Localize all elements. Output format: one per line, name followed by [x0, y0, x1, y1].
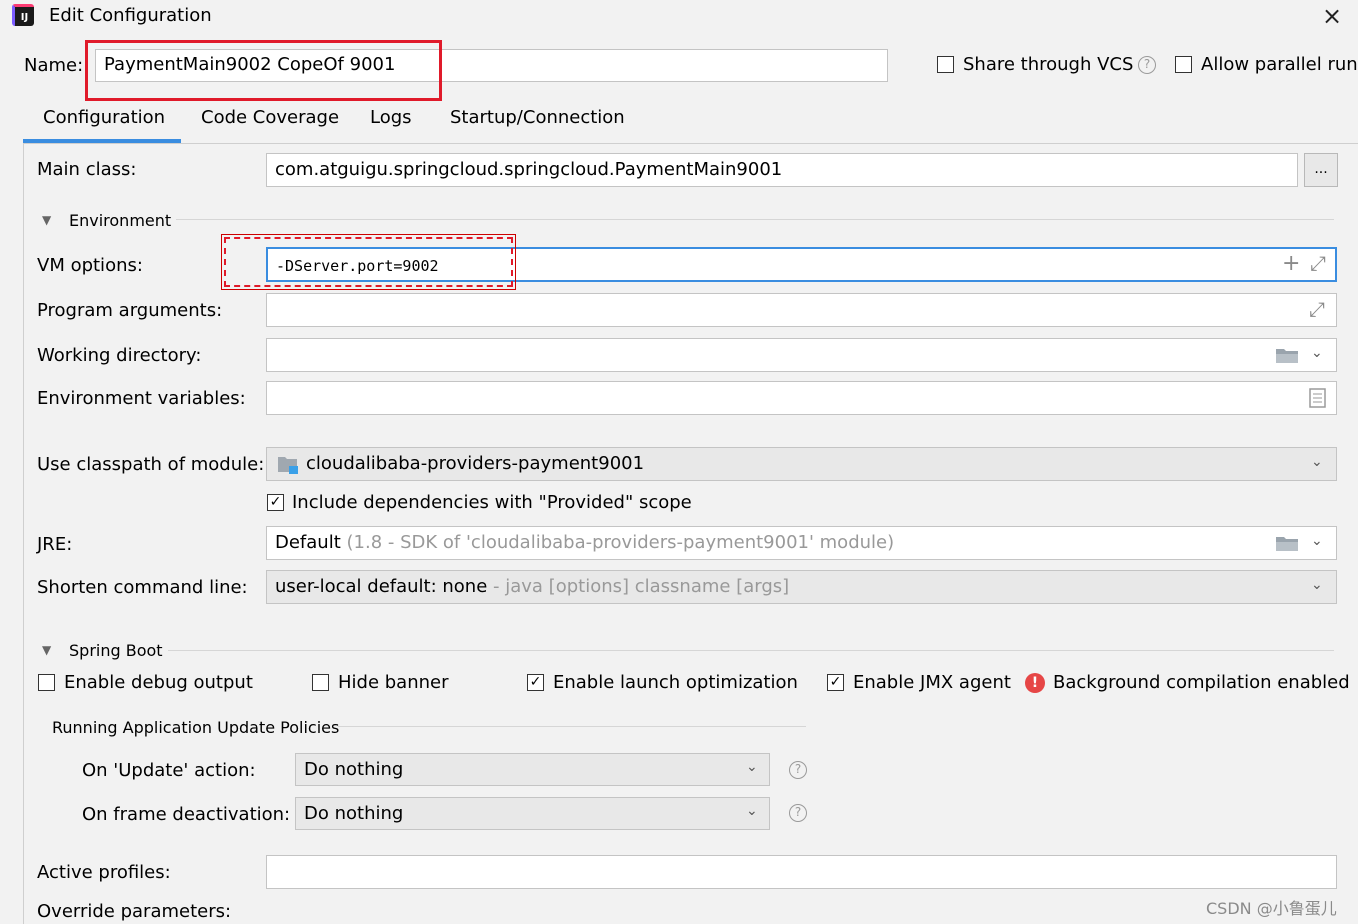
debug-output-checkbox[interactable]: [38, 674, 55, 691]
tab-startup-connection[interactable]: Startup/Connection: [450, 107, 625, 128]
main-class-input[interactable]: com.atguigu.springcloud.springcloud.Paym…: [266, 153, 1298, 187]
override-parameters-label: Override parameters:: [37, 901, 232, 922]
tab-configuration[interactable]: Configuration: [43, 107, 165, 128]
include-deps-label: Include dependencies with "Provided" sco…: [292, 492, 692, 513]
folder-icon[interactable]: [1275, 347, 1299, 364]
close-icon[interactable]: ×: [1322, 2, 1342, 30]
hide-banner-label: Hide banner: [338, 672, 449, 693]
collapse-triangle-icon[interactable]: ▼: [42, 213, 51, 227]
update-action-label: On 'Update' action:: [82, 760, 256, 781]
folder-icon[interactable]: [1275, 535, 1299, 552]
main-class-value: com.atguigu.springcloud.springcloud.Paym…: [275, 159, 783, 180]
active-profiles-label: Active profiles:: [37, 862, 171, 883]
environment-variables-label: Environment variables:: [37, 388, 246, 409]
document-icon[interactable]: [1309, 388, 1327, 408]
debug-output-label: Enable debug output: [64, 672, 253, 693]
background-compilation-label: Background compilation enabled: [1053, 672, 1350, 693]
main-class-label: Main class:: [37, 159, 137, 180]
jre-label: JRE:: [37, 534, 73, 555]
spring-boot-section-label: Spring Boot: [69, 641, 163, 660]
working-directory-label: Working directory:: [37, 345, 202, 366]
classpath-value: cloudalibaba-providers-payment9001: [306, 453, 645, 474]
environment-variables-input[interactable]: [266, 381, 1337, 415]
highlight-box-name: [85, 40, 442, 101]
name-label: Name:: [24, 55, 84, 76]
watermark: CSDN @小鲁蛋儿: [1206, 899, 1337, 918]
chevron-down-icon[interactable]: ⌄: [746, 759, 758, 775]
include-deps-checkbox[interactable]: ✓: [267, 494, 284, 511]
add-icon[interactable]: +: [1282, 251, 1300, 276]
allow-parallel-checkbox[interactable]: [1175, 56, 1192, 73]
shorten-hint: - java [options] classname [args]: [487, 576, 790, 597]
jre-input[interactable]: Default (1.8 - SDK of 'cloudalibaba-prov…: [266, 526, 1337, 560]
error-icon: !: [1025, 673, 1045, 693]
chevron-down-icon[interactable]: ⌄: [1311, 577, 1323, 593]
jre-value: Default: [275, 532, 341, 553]
environment-separator: [176, 219, 1334, 220]
jmx-agent-label: Enable JMX agent: [853, 672, 1011, 693]
environment-section-label: Environment: [69, 211, 172, 230]
program-arguments-label: Program arguments:: [37, 300, 223, 321]
tab-logs[interactable]: Logs: [370, 107, 412, 128]
shorten-value: user-local default: none: [275, 576, 488, 597]
intellij-app-icon: IJ: [12, 4, 34, 26]
help-icon[interactable]: ?: [789, 804, 807, 822]
classpath-combo[interactable]: cloudalibaba-providers-payment9001 ⌄: [266, 447, 1337, 481]
frame-deactivation-label: On frame deactivation:: [82, 804, 291, 825]
module-icon: [278, 457, 298, 474]
shorten-label: Shorten command line:: [37, 577, 248, 598]
browse-main-class-button[interactable]: ...: [1304, 153, 1338, 187]
update-action-select[interactable]: Do nothing ⌄: [295, 753, 770, 786]
hide-banner-checkbox[interactable]: [312, 674, 329, 691]
launch-optimization-checkbox[interactable]: ✓: [527, 674, 544, 691]
jre-hint: (1.8 - SDK of 'cloudalibaba-providers-pa…: [346, 532, 895, 553]
program-arguments-input[interactable]: ⤢: [266, 293, 1337, 327]
chevron-down-icon[interactable]: ⌄: [746, 803, 758, 819]
active-profiles-input[interactable]: [266, 855, 1337, 889]
window-title: Edit Configuration: [49, 5, 212, 26]
collapse-triangle-icon[interactable]: ▼: [42, 643, 51, 657]
update-policies-separator: [338, 726, 806, 727]
allow-parallel-label: Allow parallel run: [1201, 54, 1358, 75]
frame-deactivation-select[interactable]: Do nothing ⌄: [295, 797, 770, 830]
jmx-agent-checkbox[interactable]: ✓: [827, 674, 844, 691]
chevron-down-icon[interactable]: ⌄: [1311, 454, 1323, 470]
vm-options-label: VM options:: [37, 255, 143, 276]
working-directory-input[interactable]: ⌄: [266, 338, 1337, 372]
update-policies-label: Running Application Update Policies: [52, 718, 340, 737]
classpath-label: Use classpath of module:: [37, 454, 265, 475]
frame-deactivation-value: Do nothing: [304, 803, 404, 824]
update-action-value: Do nothing: [304, 759, 404, 780]
highlight-box-vm-options: [221, 234, 516, 290]
expand-icon[interactable]: ⤢: [1310, 251, 1326, 275]
share-vcs-label: Share through VCS: [963, 54, 1134, 75]
help-icon[interactable]: ?: [1138, 56, 1156, 74]
chevron-down-icon[interactable]: ⌄: [1311, 533, 1323, 549]
expand-icon[interactable]: ⤢: [1309, 297, 1325, 321]
help-icon[interactable]: ?: [789, 761, 807, 779]
share-vcs-checkbox[interactable]: [937, 56, 954, 73]
shorten-combo[interactable]: user-local default: none - java [options…: [266, 570, 1337, 604]
chevron-down-icon[interactable]: ⌄: [1311, 345, 1323, 361]
spring-boot-separator: [168, 650, 1334, 651]
launch-optimization-label: Enable launch optimization: [553, 672, 798, 693]
tab-code-coverage[interactable]: Code Coverage: [201, 107, 339, 128]
